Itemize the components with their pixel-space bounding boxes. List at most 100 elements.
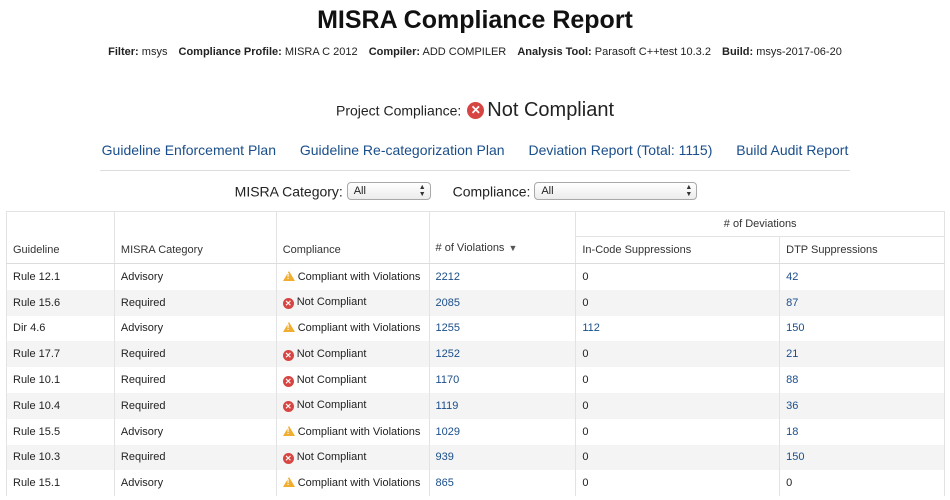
cell-compliance: ✕ Not Compliant — [276, 367, 430, 393]
cell-incode-suppressions: 0 — [575, 392, 781, 419]
table-row: Rule 10.3 Required ✕ Not Compliant 939 0 150 — [6, 444, 945, 471]
col-dtp-suppressions[interactable]: DTP Suppressions — [779, 236, 945, 264]
error-circle-icon: ✕ — [282, 298, 294, 310]
cell-incode-suppressions: 0 — [575, 444, 781, 471]
compliance-table: Guideline MISRA Category Compliance # of… — [6, 211, 945, 497]
cell-compliance: ✕ Not Compliant — [276, 341, 430, 368]
cell-dtp-suppressions[interactable]: 21 — [779, 341, 945, 368]
cell-incode-suppressions: 0 — [575, 289, 781, 316]
cell-compliance-label: Compliant with Violations — [297, 270, 421, 283]
deviations-group-header: # of Deviations — [575, 211, 945, 237]
compliance-filter-value: All — [541, 185, 554, 198]
meta-tool-value: Parasoft C++test 10.3.2 — [594, 46, 711, 58]
col-incode-suppressions[interactable]: In-Code Suppressions — [575, 236, 781, 264]
misra-category-select[interactable]: All ▲ ▼ — [346, 182, 431, 201]
table-row: Dir 4.6Advisory Compliant with Violations… — [6, 315, 945, 342]
cell-incode-suppressions: 0 — [575, 367, 781, 393]
cell-category: Required — [114, 444, 277, 471]
meta-profile-value: MISRA C 2012 — [284, 46, 358, 58]
cell-violations-link[interactable]: 1255 — [429, 315, 577, 342]
warning-icon — [282, 322, 295, 333]
cell-compliance: Compliant with Violations — [276, 315, 430, 342]
cell-dtp-suppressions[interactable]: 150 — [779, 315, 945, 342]
col-violations[interactable]: # of Violations ▼ — [429, 211, 577, 264]
cell-compliance: Compliant with Violations — [276, 418, 430, 445]
table-row: Rule 17.7 Required ✕ Not Compliant 1252 0 21 — [6, 341, 945, 368]
cell-compliance-label: Compliant with Violations — [297, 322, 421, 335]
cell-incode-suppressions: 0 — [575, 418, 781, 445]
cell-dtp-suppressions[interactable]: 42 — [779, 263, 945, 290]
warning-icon — [282, 270, 295, 281]
cell-guideline: Rule 17.7 — [6, 341, 115, 368]
meta-profile: Compliance Profile: MISRA C 2012 — [179, 46, 358, 58]
cell-dtp-suppressions[interactable]: 18 — [779, 418, 945, 445]
cell-incode-suppressions: 0 — [575, 341, 781, 368]
report-title: MISRA Compliance Report — [317, 6, 633, 34]
cell-compliance: Compliant with Violations — [276, 263, 430, 290]
cell-dtp-suppressions[interactable]: 87 — [779, 289, 945, 316]
cell-guideline: Dir 4.6 — [6, 315, 115, 342]
error-circle-icon: ✕ — [282, 349, 294, 361]
project-compliance-status: Not Compliant — [487, 99, 614, 121]
cell-violations-link[interactable]: 2212 — [429, 263, 577, 290]
cell-dtp-suppressions[interactable]: 150 — [779, 444, 945, 471]
cell-guideline: Rule 10.1 — [6, 367, 115, 393]
meta-compiler-value: ADD COMPILER — [422, 46, 507, 58]
build-audit-report-link[interactable]: Build Audit Report — [736, 142, 848, 158]
cell-compliance-label: Not Compliant — [296, 296, 367, 309]
cell-guideline: Rule 12.1 — [6, 263, 115, 290]
cell-violations-link[interactable]: 1119 — [429, 392, 577, 419]
cell-guideline: Rule 10.4 — [6, 392, 115, 419]
cell-dtp-suppressions[interactable]: 36 — [779, 392, 945, 419]
cell-guideline: Rule 15.5 — [6, 418, 115, 445]
filter-bar: MISRA Category: All ▲ ▼ Compliance: All ▲ ▼ — [0, 182, 950, 201]
col-compliance[interactable]: Compliance — [276, 211, 430, 264]
cell-violations-link[interactable]: 865 — [429, 470, 577, 497]
cell-incode-suppressions[interactable]: 112 — [575, 315, 781, 342]
col-guideline[interactable]: Guideline — [6, 211, 115, 264]
cell-compliance-label: Not Compliant — [296, 373, 367, 386]
cell-violations-link[interactable]: 2085 — [429, 289, 577, 316]
cell-category: Advisory — [114, 470, 277, 497]
misra-category-label: MISRA Category: — [234, 183, 343, 200]
compliance-filter-label: Compliance: — [452, 183, 531, 200]
cell-compliance-label: Not Compliant — [296, 347, 367, 360]
cell-violations-link[interactable]: 1029 — [429, 418, 577, 445]
cell-category: Required — [114, 392, 277, 419]
cell-category: Required — [114, 289, 277, 316]
sort-desc-icon[interactable]: ▼ — [508, 243, 517, 253]
cell-incode-suppressions: 0 — [575, 470, 781, 497]
cell-category: Advisory — [114, 315, 277, 342]
meta-build-key: Build: — [722, 46, 754, 58]
meta-tool-key: Analysis Tool: — [517, 46, 592, 58]
meta-build: Build: msys-2017-06-20 — [722, 46, 842, 58]
recategorization-plan-link[interactable]: Guideline Re-categorization Plan — [300, 142, 505, 158]
error-circle-icon: ✕ — [282, 452, 294, 464]
warning-icon — [282, 477, 295, 488]
error-circle-icon: ✕ — [467, 102, 485, 119]
cell-category: Advisory — [114, 263, 277, 290]
cell-dtp-suppressions[interactable]: 88 — [779, 367, 945, 393]
cell-violations-link[interactable]: 1252 — [429, 341, 577, 368]
table-row: Rule 10.4 Required ✕ Not Compliant 1119 0 36 — [6, 392, 945, 419]
cell-compliance-label: Not Compliant — [296, 450, 367, 463]
cell-compliance: ✕ Not Compliant — [276, 392, 430, 419]
cell-compliance: ✕ Not Compliant — [276, 289, 430, 316]
col-misra-category[interactable]: MISRA Category — [114, 211, 277, 264]
project-compliance: Project Compliance: ✕ Not Compliant — [0, 99, 950, 122]
cell-violations-link[interactable]: 1170 — [429, 367, 577, 393]
cell-compliance-label: Not Compliant — [296, 399, 367, 412]
table-row: Rule 15.5Advisory Compliant with Violatio… — [6, 418, 945, 445]
meta-filter-key: Filter: — [108, 46, 139, 58]
cell-violations-link[interactable]: 939 — [429, 444, 577, 471]
select-arrows-icon: ▲ ▼ — [685, 184, 693, 199]
cell-compliance-label: Compliant with Violations — [297, 425, 421, 438]
project-compliance-label: Project Compliance: — [336, 102, 462, 119]
deviation-report-link[interactable]: Deviation Report (Total: 1115) — [528, 142, 712, 158]
compliance-filter-select[interactable]: All ▲ ▼ — [534, 182, 698, 201]
guideline-enforcement-plan-link[interactable]: Guideline Enforcement Plan — [102, 142, 276, 158]
cell-compliance-label: Compliant with Violations — [297, 477, 421, 490]
report-meta: Filter: msys Compliance Profile: MISRA C… — [0, 46, 950, 58]
meta-compiler: Compiler: ADD COMPILER — [369, 46, 507, 58]
cell-guideline: Rule 15.1 — [6, 470, 115, 497]
